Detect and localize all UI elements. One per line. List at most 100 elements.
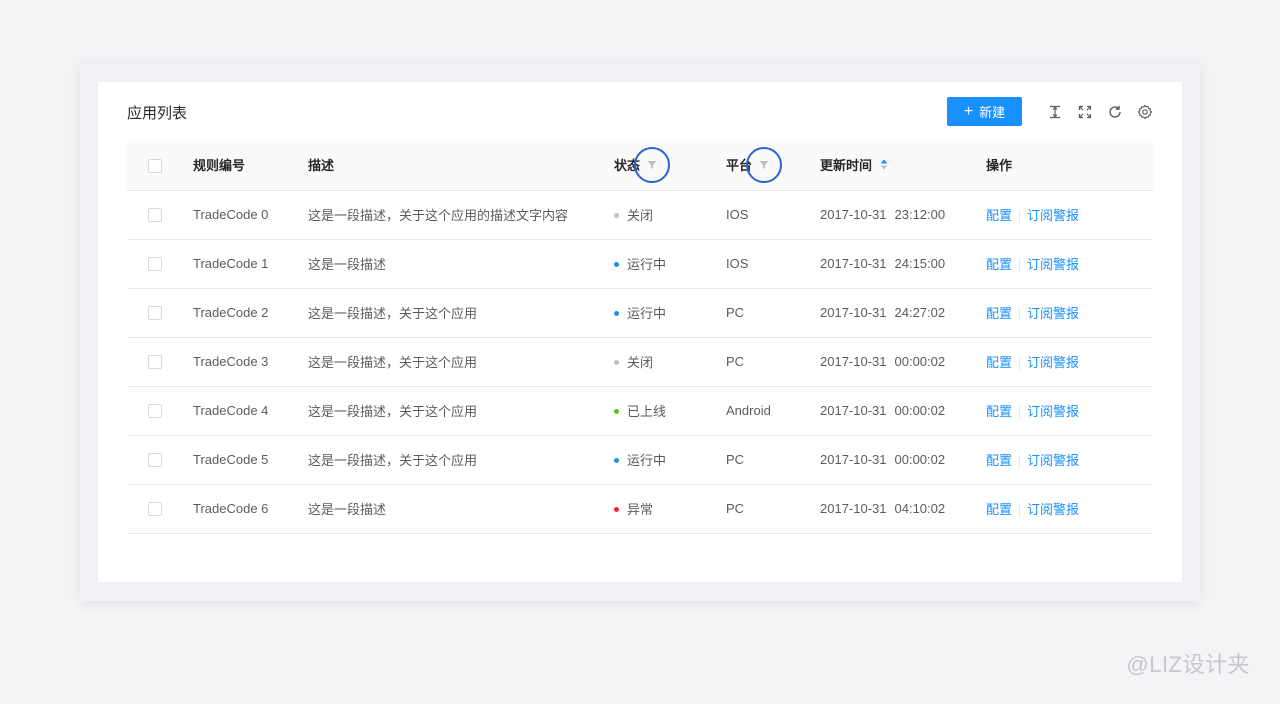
cell-platform: PC — [726, 288, 820, 338]
platform-filter-icon[interactable] — [746, 146, 783, 183]
cell-actions: 配置 订阅警报 — [986, 190, 1153, 240]
cell-actions: 配置 订阅警报 — [986, 435, 1153, 485]
cell-time: 2017-10-31 00:00:02 — [820, 386, 986, 436]
table-row: TradeCode 6 这是一段描述 异常 PC 2017-10-31 04:10… — [127, 484, 1153, 534]
time-date: 2017-10-31 — [820, 452, 887, 467]
cell-status: 运行中 — [614, 239, 726, 289]
row-height-icon[interactable] — [1046, 103, 1064, 121]
cell-status: 关闭 — [614, 337, 726, 387]
highlight-circle — [746, 146, 783, 183]
cell-code: TradeCode 4 — [193, 386, 308, 436]
highlight-circle — [634, 146, 671, 183]
cell-code: TradeCode 1 — [193, 239, 308, 289]
cell-actions: 配置 订阅警报 — [986, 288, 1153, 338]
cell-platform: IOS — [726, 239, 820, 289]
cell-code: TradeCode 5 — [193, 435, 308, 485]
status-dot — [614, 360, 619, 366]
config-link[interactable]: 配置 — [986, 502, 1012, 517]
setting-icon[interactable] — [1136, 103, 1154, 121]
cell-code: TradeCode 6 — [193, 484, 308, 534]
row-checkbox[interactable] — [148, 257, 162, 272]
time-date: 2017-10-31 — [820, 256, 887, 271]
action-divider — [1019, 259, 1021, 273]
cell-desc: 这是一段描述，关于这个应用 — [308, 288, 614, 338]
action-divider — [1019, 308, 1021, 322]
config-link[interactable]: 配置 — [986, 257, 1012, 272]
row-checkbox[interactable] — [148, 208, 162, 223]
time-clock: 00:00:02 — [894, 403, 946, 418]
cell-platform: PC — [726, 337, 820, 387]
status-label: 异常 — [627, 502, 654, 517]
select-all-checkbox[interactable] — [148, 158, 162, 173]
status-label: 运行中 — [627, 453, 667, 468]
cell-status: 已上线 — [614, 386, 726, 436]
status-dot — [614, 311, 619, 317]
subscribe-alert-link[interactable]: 订阅警报 — [1027, 208, 1079, 223]
new-button[interactable]: + 新建 — [947, 97, 1022, 126]
config-link[interactable]: 配置 — [986, 404, 1012, 419]
config-link[interactable]: 配置 — [986, 453, 1012, 468]
table-row: TradeCode 0 这是一段描述，关于这个应用的描述文字内容 关闭 IOS … — [127, 190, 1153, 240]
status-label: 运行中 — [627, 306, 667, 321]
time-clock: 00:00:02 — [894, 452, 946, 467]
time-date: 2017-10-31 — [820, 403, 887, 418]
cell-time: 2017-10-31 04:10:02 — [820, 484, 986, 534]
sort-icon[interactable] — [880, 159, 888, 170]
time-clock: 00:00:02 — [894, 354, 946, 369]
column-header-code: 规则编号 — [193, 140, 308, 191]
column-header-time: 更新时间 — [820, 158, 873, 174]
time-clock: 24:15:00 — [894, 256, 946, 271]
status-filter-icon[interactable] — [634, 146, 671, 183]
subscribe-alert-link[interactable]: 订阅警报 — [1027, 257, 1079, 272]
config-link[interactable]: 配置 — [986, 306, 1012, 321]
time-clock: 04:10:02 — [894, 501, 946, 516]
cell-status: 关闭 — [614, 190, 726, 240]
toolbar: + 新建 — [947, 97, 1154, 126]
cell-status: 运行中 — [614, 288, 726, 338]
action-divider — [1019, 504, 1021, 518]
cell-desc: 这是一段描述，关于这个应用 — [308, 435, 614, 485]
cell-code: TradeCode 3 — [193, 337, 308, 387]
cell-platform: PC — [726, 484, 820, 534]
action-divider — [1019, 455, 1021, 469]
status-label: 已上线 — [627, 404, 667, 419]
subscribe-alert-link[interactable]: 订阅警报 — [1027, 306, 1079, 321]
cell-actions: 配置 订阅警报 — [986, 239, 1153, 289]
table-row: TradeCode 2 这是一段描述，关于这个应用 运行中 PC 2017-10… — [127, 288, 1153, 338]
cell-desc: 这是一段描述，关于这个应用 — [308, 386, 614, 436]
row-checkbox[interactable] — [148, 502, 162, 517]
reload-icon[interactable] — [1106, 103, 1124, 121]
config-link[interactable]: 配置 — [986, 208, 1012, 223]
row-checkbox[interactable] — [148, 355, 162, 370]
subscribe-alert-link[interactable]: 订阅警报 — [1027, 404, 1079, 419]
row-checkbox[interactable] — [148, 453, 162, 468]
time-date: 2017-10-31 — [820, 305, 887, 320]
table-card: 应用列表 + 新建 规则编号 描述 状态 平台 更新时间 操作 TradeCod… — [98, 82, 1182, 582]
table-row: TradeCode 1 这是一段描述 运行中 IOS 2017-10-31 24:… — [127, 239, 1153, 289]
status-dot — [614, 262, 619, 268]
subscribe-alert-link[interactable]: 订阅警报 — [1027, 453, 1079, 468]
cell-actions: 配置 订阅警报 — [986, 484, 1153, 534]
cell-time: 2017-10-31 24:15:00 — [820, 239, 986, 289]
row-checkbox[interactable] — [148, 404, 162, 419]
row-checkbox[interactable] — [148, 306, 162, 321]
page-title: 应用列表 — [127, 105, 188, 122]
cell-platform: IOS — [726, 190, 820, 240]
cell-platform: PC — [726, 435, 820, 485]
subscribe-alert-link[interactable]: 订阅警报 — [1027, 502, 1079, 517]
cell-desc: 这是一段描述 — [308, 239, 614, 289]
plus-icon: + — [963, 102, 974, 120]
app-table: 规则编号 描述 状态 平台 更新时间 操作 TradeCode 0 这是一段描述… — [127, 140, 1153, 534]
time-clock: 24:27:02 — [894, 305, 946, 320]
table-row: TradeCode 4 这是一段描述，关于这个应用 已上线 Android 20… — [127, 386, 1153, 436]
action-divider — [1019, 406, 1021, 420]
config-link[interactable]: 配置 — [986, 355, 1012, 370]
time-clock: 23:12:00 — [894, 207, 946, 222]
fullscreen-icon[interactable] — [1076, 103, 1094, 121]
time-date: 2017-10-31 — [820, 501, 887, 516]
table-row: TradeCode 3 这是一段描述，关于这个应用 关闭 PC 2017-10-… — [127, 337, 1153, 387]
subscribe-alert-link[interactable]: 订阅警报 — [1027, 355, 1079, 370]
action-divider — [1019, 357, 1021, 371]
time-date: 2017-10-31 — [820, 207, 887, 222]
status-label: 运行中 — [627, 257, 667, 272]
